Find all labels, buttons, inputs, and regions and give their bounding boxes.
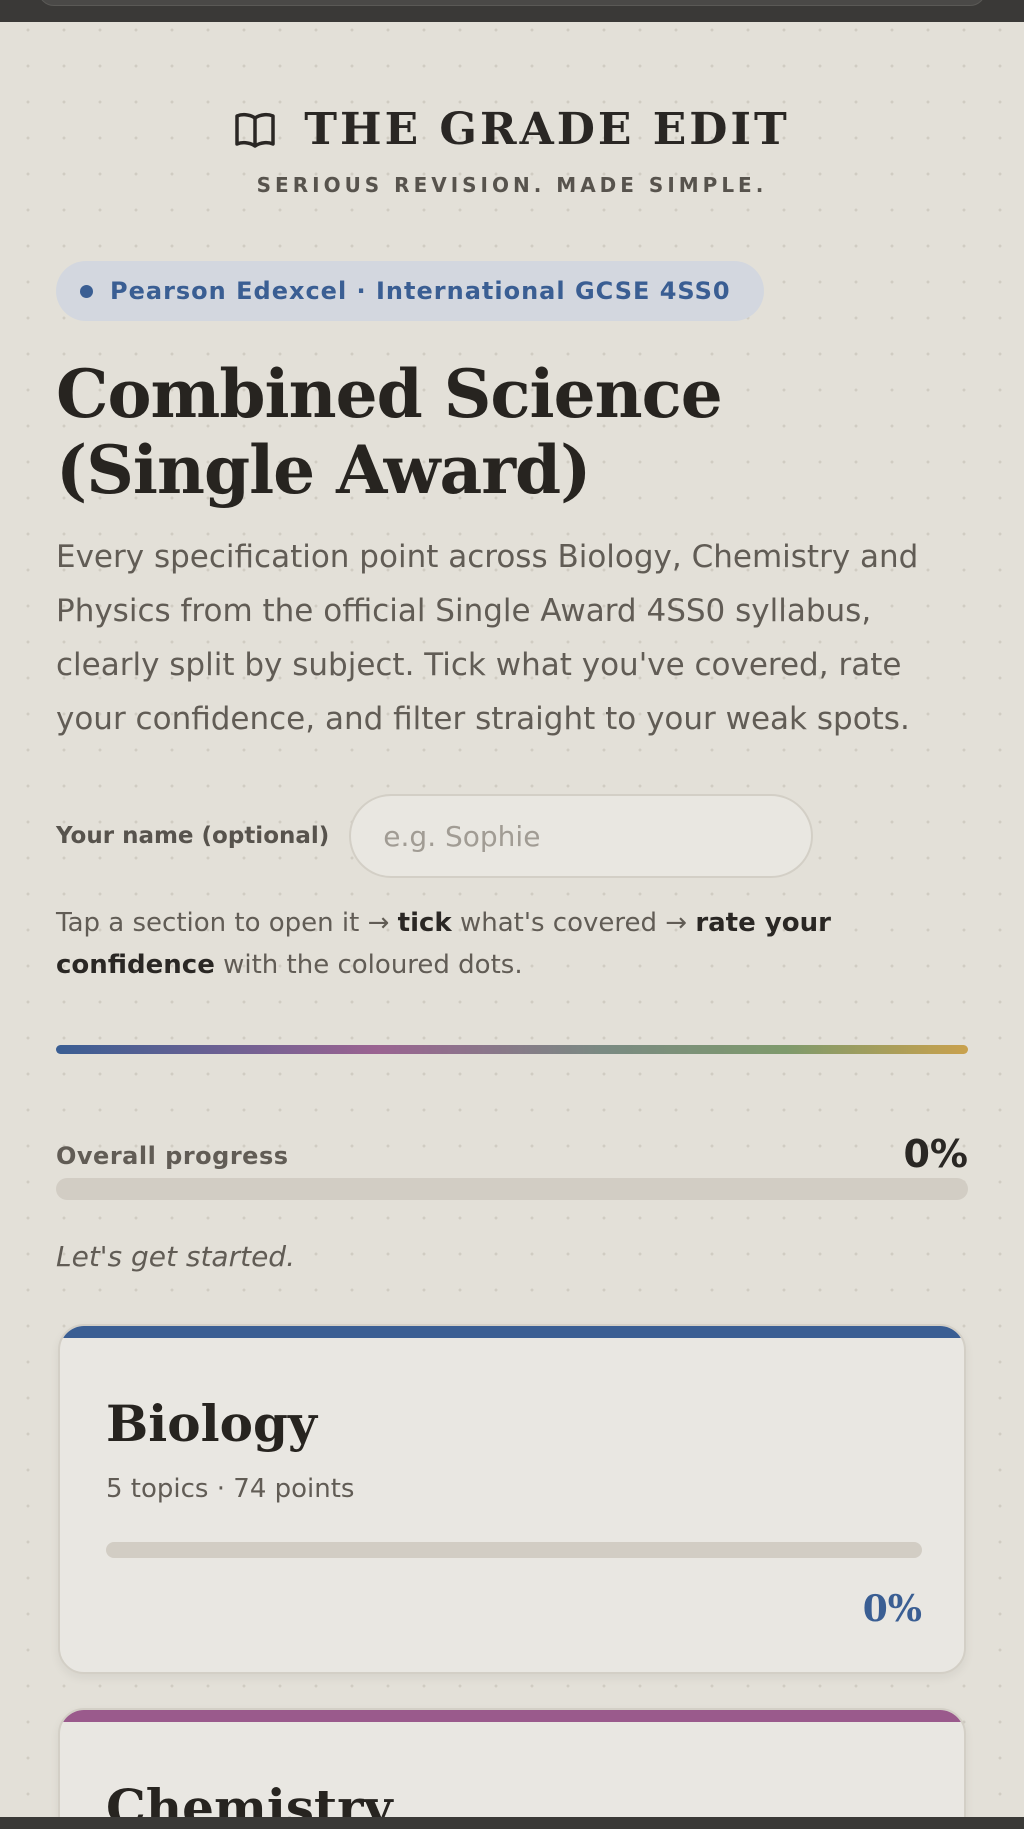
instructions-text: Tap a section to open it → tick what's c…	[56, 902, 968, 986]
badge-text: Pearson Edexcel · International GCSE 4SS…	[110, 277, 731, 305]
subject-card-biology[interactable]: Biology 5 topics · 74 points 0%	[58, 1324, 966, 1674]
exam-board-badge: Pearson Edexcel · International GCSE 4SS…	[56, 261, 764, 321]
brand-header: THE GRADE EDIT SERIOUS REVISION. MADE SI…	[56, 104, 968, 197]
book-icon	[235, 112, 275, 148]
address-bar[interactable]	[38, 0, 986, 6]
instructions-part-3: with the coloured dots.	[214, 950, 523, 980]
name-row: Your name (optional)	[56, 794, 814, 878]
name-input[interactable]	[349, 794, 814, 878]
card-progress-bar	[106, 1542, 922, 1558]
brand-tagline: SERIOUS REVISION. MADE SIMPLE.	[256, 173, 768, 197]
page-description: Every specification point across Biology…	[56, 539, 919, 737]
subject-card-chemistry[interactable]: Chemistry	[58, 1708, 966, 1829]
card-title: Biology	[106, 1394, 317, 1453]
badge-dot-icon	[80, 284, 93, 298]
overall-progress-label: Overall progress	[56, 1142, 289, 1170]
instructions-tick: tick	[397, 908, 452, 938]
brand-title: THE GRADE EDIT	[304, 104, 790, 155]
page-title: Combined Science (Single Award)	[56, 355, 723, 509]
card-colour-bar	[60, 1326, 964, 1338]
overall-progress-bar	[56, 1178, 968, 1200]
subject-colour-divider	[56, 1045, 968, 1054]
browser-bottom-bar	[0, 1817, 1024, 1829]
card-meta: 5 topics · 74 points	[106, 1474, 355, 1504]
brand-row: THE GRADE EDIT	[234, 104, 789, 155]
progress-message: Let's get started.	[56, 1240, 295, 1273]
instructions-part-1: Tap a section to open it →	[56, 908, 398, 938]
name-label: Your name (optional)	[56, 823, 330, 849]
overall-progress-percent: 0%	[903, 1132, 968, 1176]
card-percent: 0%	[862, 1588, 922, 1630]
instructions-part-2: what's covered →	[451, 908, 696, 938]
card-colour-bar	[60, 1710, 964, 1722]
browser-top-bar	[0, 0, 1024, 22]
